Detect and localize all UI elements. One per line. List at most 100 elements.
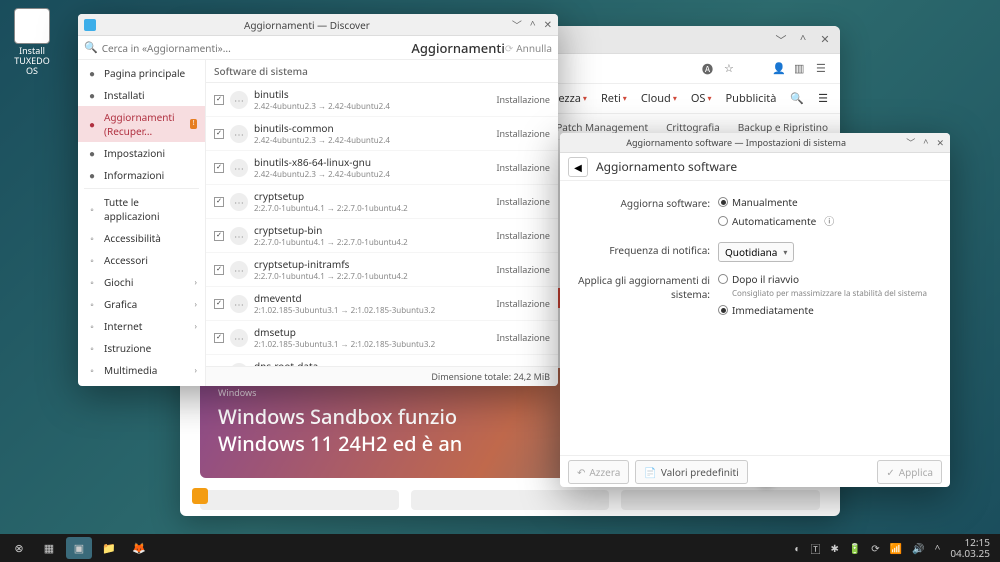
update-row[interactable]: ✓ ⋯ dmeventd 2:1.02.185-3ubuntu3.1 → 2:1…	[206, 287, 558, 321]
update-row[interactable]: ✓ ⋯ dmsetup 2:1.02.185-3ubuntu3.1 → 2:1.…	[206, 321, 558, 355]
chevron-right-icon: ›	[195, 365, 197, 376]
tray-updates-icon[interactable]: ⟳	[871, 541, 879, 555]
apply-button[interactable]: ✓ Applica	[877, 460, 942, 484]
tray-volume-icon[interactable]: 🔊	[912, 541, 924, 555]
sidebar-item-pagina-principale[interactable]: ●Pagina principale	[78, 62, 205, 84]
card-2[interactable]	[411, 490, 610, 510]
sidebar-cat-internet[interactable]: ◦Internet›	[78, 315, 205, 337]
maximize-icon[interactable]: ^	[923, 136, 928, 149]
nav-cloud[interactable]: Cloud▾	[641, 91, 677, 106]
updates-panel: Software di sistema ✓ ⋯ binutils 2.42-4u…	[206, 60, 558, 386]
checkbox[interactable]: ✓	[214, 197, 224, 207]
star-icon[interactable]: ☆	[724, 61, 740, 77]
label-update-sw: Aggiorna software:	[578, 195, 718, 210]
update-row[interactable]: ✓ ⋯ cryptsetup 2:2.7.0-1ubuntu4.1 → 2:2.…	[206, 185, 558, 219]
tray-chevron-icon[interactable]: ^	[935, 541, 941, 555]
system-tray: ◐ 🅃 ✱ 🔋 ⟳ 📶 🔊 ^ 12:15 04.03.25	[794, 537, 994, 559]
minimize-icon[interactable]: ﹀	[906, 136, 915, 149]
search-icon[interactable]: 🔍	[790, 91, 804, 106]
update-row[interactable]: ✓ ⋯ dns-root-data 2023112702~willsync1 →…	[206, 355, 558, 366]
sidebar-cat-accessibilit-[interactable]: ◦Accessibilità	[78, 227, 205, 249]
nav-os[interactable]: OS▾	[691, 91, 712, 106]
close-icon[interactable]: ✕	[544, 17, 552, 32]
hamburger-icon[interactable]: ☰	[818, 91, 828, 106]
task-view[interactable]: ▦	[36, 537, 62, 559]
sidebar-cat-scienza-e-ingegneria[interactable]: ◦Scienza e ingegneria›	[78, 381, 205, 386]
translate-icon[interactable]: 🅐	[702, 61, 718, 77]
label-frequency: Frequenza di notifica:	[578, 242, 718, 257]
subnav-backup[interactable]: Backup e Ripristino	[738, 120, 828, 134]
subnav-patch[interactable]: Patch Management	[556, 120, 648, 134]
tray-tuxedo-icon[interactable]: 🅃	[810, 541, 820, 556]
package-version: 2:2.7.0-1ubuntu4.1 → 2:2.7.0-1ubuntu4.2	[254, 203, 490, 214]
tray-bluetooth-icon[interactable]: ✱	[830, 541, 838, 555]
frequency-select[interactable]: Quotidiana▾	[718, 242, 794, 262]
maximize-icon[interactable]: ^	[530, 17, 536, 32]
card-3[interactable]	[621, 490, 820, 510]
subnav-crypto[interactable]: Crittografia	[666, 120, 720, 134]
nav-ezza[interactable]: ezza▾	[558, 91, 587, 106]
desktop-install-icon[interactable]: ⊗ Install TUXEDO OS	[8, 8, 56, 76]
menu-icon[interactable]: ☰	[816, 61, 832, 77]
minimize-icon[interactable]: ﹀	[512, 17, 522, 32]
update-row[interactable]: ✓ ⋯ binutils 2.42-4ubuntu2.3 → 2.42-4ubu…	[206, 83, 558, 117]
tray-status-icon[interactable]: ◐	[794, 541, 800, 555]
sidebar-cat-accessori[interactable]: ◦Accessori	[78, 249, 205, 271]
update-row[interactable]: ✓ ⋯ cryptsetup-bin 2:2.7.0-1ubuntu4.1 → …	[206, 219, 558, 253]
sidebar-cat-tutte-le-applicazioni[interactable]: ◦Tutte le applicazioni	[78, 191, 205, 227]
updates-list[interactable]: ✓ ⋯ binutils 2.42-4ubuntu2.3 → 2.42-4ubu…	[206, 83, 558, 366]
app-launcher[interactable]: ⊗	[6, 537, 32, 559]
library-icon[interactable]: ▥	[794, 61, 810, 77]
cancel-button[interactable]: ⟳Annulla	[505, 41, 552, 55]
checkbox[interactable]: ✓	[214, 95, 224, 105]
update-row[interactable]: ✓ ⋯ binutils-common 2.42-4ubuntu2.3 → 2.…	[206, 117, 558, 151]
reset-button[interactable]: ↶ Azzera	[568, 460, 629, 484]
card-1[interactable]	[200, 490, 399, 510]
tray-network-icon[interactable]: 📶	[890, 541, 902, 555]
sidebar-item-informazioni[interactable]: ●Informazioni	[78, 164, 205, 186]
close-icon[interactable]: ✕	[818, 33, 832, 47]
checkbox[interactable]: ✓	[214, 299, 224, 309]
label-apply: Applica gli aggiornamenti di sistema:	[578, 272, 718, 301]
search-input[interactable]	[98, 39, 402, 57]
nav-pubblicita[interactable]: Pubblicità	[726, 91, 777, 106]
back-button[interactable]: ◀	[568, 157, 588, 177]
package-icon: ⋯	[230, 91, 248, 109]
sidebar-cat-grafica[interactable]: ◦Grafica›	[78, 293, 205, 315]
sidebar-item-aggiornamenti-recuper-[interactable]: ●Aggiornamenti (Recuper...!	[78, 106, 205, 142]
taskbar-discover[interactable]: ▣	[66, 537, 92, 559]
radio-after-restart[interactable]: Dopo il riavvio	[718, 272, 932, 286]
window-title: Aggiornamenti — Discover	[102, 18, 512, 32]
radio-auto[interactable]: Automaticamenteⓘ	[718, 213, 932, 228]
search-icon: 🔍	[84, 40, 98, 55]
sidebar-cat-istruzione[interactable]: ◦Istruzione	[78, 337, 205, 359]
radio-immediately[interactable]: Immediatamente	[718, 303, 932, 317]
install-status: Installazione	[496, 93, 550, 106]
checkbox[interactable]: ✓	[214, 163, 224, 173]
checkbox[interactable]: ✓	[214, 333, 224, 343]
sidebar-item-impostazioni[interactable]: ●Impostazioni	[78, 142, 205, 164]
sidebar-item-installati[interactable]: ●Installati	[78, 84, 205, 106]
maximize-icon[interactable]: ^	[796, 33, 810, 47]
minimize-icon[interactable]: ﹀	[774, 33, 788, 47]
checkbox[interactable]: ✓	[214, 265, 224, 275]
taskbar-firefox[interactable]: 🦊	[126, 537, 152, 559]
settings-titlebar: Aggiornamento software — Impostazioni di…	[560, 133, 950, 153]
clock[interactable]: 12:15 04.03.25	[950, 537, 994, 559]
sidebar-cat-giochi[interactable]: ◦Giochi›	[78, 271, 205, 293]
sidebar-cat-multimedia[interactable]: ◦Multimedia›	[78, 359, 205, 381]
update-row[interactable]: ✓ ⋯ binutils-x86-64-linux-gnu 2.42-4ubun…	[206, 151, 558, 185]
updates-icon: ●	[86, 118, 98, 130]
taskbar-files[interactable]: 📁	[96, 537, 122, 559]
close-icon[interactable]: ✕	[936, 136, 944, 149]
package-icon: ⋯	[230, 329, 248, 347]
profile-icon[interactable]: 👤	[772, 61, 788, 77]
checkbox[interactable]: ✓	[214, 231, 224, 241]
checkbox[interactable]: ✓	[214, 129, 224, 139]
tray-battery-icon[interactable]: 🔋	[849, 541, 861, 555]
radio-manual[interactable]: Manualmente	[718, 195, 932, 209]
info-icon[interactable]: ⓘ	[824, 213, 834, 228]
nav-reti[interactable]: Reti▾	[601, 91, 627, 106]
update-row[interactable]: ✓ ⋯ cryptsetup-initramfs 2:2.7.0-1ubuntu…	[206, 253, 558, 287]
defaults-button[interactable]: 📄 Valori predefiniti	[635, 460, 747, 484]
